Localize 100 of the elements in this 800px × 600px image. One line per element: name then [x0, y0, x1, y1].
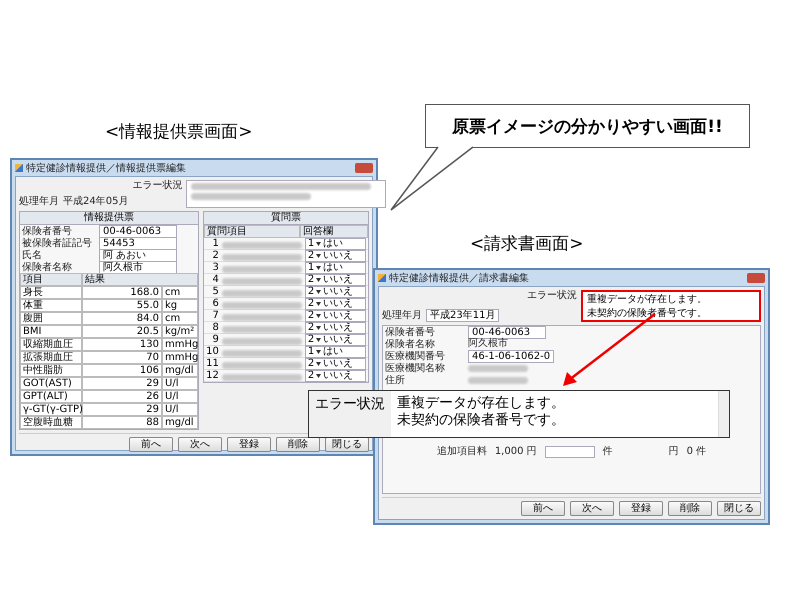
- table-cell: mg/dl: [162, 364, 198, 377]
- row-number: 9: [211, 334, 219, 345]
- table-cell: GOT(AST): [20, 377, 82, 390]
- window-button[interactable]: 閉じる: [717, 501, 761, 516]
- table-cell: 29: [82, 377, 162, 390]
- table-cell: BMI: [20, 325, 82, 338]
- table-cell: 件: [602, 446, 613, 458]
- answer-dropdown[interactable]: 2 いいえ: [304, 334, 366, 346]
- column-header: 項目: [20, 273, 82, 286]
- blurred-text: [468, 376, 528, 384]
- field-label: エラー状況: [132, 180, 182, 192]
- input-field[interactable]: 平成23年11月: [426, 309, 500, 322]
- answer-dropdown[interactable]: 1 はい: [304, 262, 366, 274]
- input-field[interactable]: 46-1-06-1062-0: [468, 350, 554, 362]
- input-field[interactable]: 54453: [99, 236, 177, 250]
- app-icon: [15, 164, 23, 172]
- window-button[interactable]: 登録: [619, 501, 663, 516]
- field-label: 保険者名称: [385, 338, 436, 350]
- close-button[interactable]: [747, 273, 765, 283]
- scrollbar[interactable]: [718, 391, 729, 437]
- input-field[interactable]: 00-46-0063: [99, 224, 177, 238]
- dropdown-arrow-icon: [316, 266, 322, 270]
- table-cell: 1,000 円: [494, 446, 537, 458]
- window-button[interactable]: 閉じる: [325, 437, 369, 452]
- dropdown-arrow-icon: [316, 338, 322, 342]
- window-button[interactable]: 削除: [276, 437, 320, 452]
- answer-dropdown[interactable]: 1 はい: [304, 238, 366, 250]
- dropdown-arrow-icon: [316, 374, 322, 378]
- dropdown-arrow-icon: [316, 362, 322, 366]
- window-button[interactable]: 削除: [668, 501, 712, 516]
- answer-dropdown[interactable]: 2 いいえ: [304, 250, 366, 262]
- dropdown-arrow-icon: [316, 242, 322, 246]
- table-cell: 106: [82, 364, 162, 377]
- row-number: 12: [206, 370, 219, 381]
- input-field[interactable]: 阿久根市: [99, 260, 177, 274]
- window-title: 特定健診情報提供／情報提供票編集: [26, 162, 187, 175]
- input-field[interactable]: 00-46-0063: [468, 326, 546, 338]
- table-cell: 腹囲: [20, 312, 82, 325]
- row-number: 2: [211, 250, 219, 261]
- window-title: 特定健診情報提供／請求書編集: [389, 272, 530, 285]
- dropdown-arrow-icon: [316, 350, 322, 354]
- table-cell: 84.0: [82, 312, 162, 325]
- answer-dropdown[interactable]: 2 いいえ: [304, 358, 366, 370]
- error-message: 重複データが存在します。 未契約の保険者番号です。: [396, 394, 566, 430]
- table-cell: 追加項目料: [436, 446, 487, 458]
- answer-dropdown[interactable]: 1 はい: [304, 346, 366, 358]
- table-cell: 168.0: [82, 286, 162, 299]
- field-label: 処理年月: [19, 196, 59, 208]
- table-cell: 身長: [20, 286, 82, 299]
- answer-dropdown[interactable]: 2 いいえ: [304, 274, 366, 286]
- table-cell: 円: [668, 446, 679, 458]
- panel-title: 質問票: [204, 212, 368, 225]
- row-number: 10: [206, 346, 219, 357]
- screen-caption: <情報提供票画面>: [105, 121, 252, 143]
- window-button[interactable]: 前へ: [521, 501, 565, 516]
- row-number: 11: [206, 358, 219, 369]
- table-cell: GPT(ALT): [20, 390, 82, 403]
- table-cell: cm: [162, 286, 198, 299]
- close-button[interactable]: [355, 163, 373, 173]
- field-label: 氏名: [22, 248, 42, 262]
- window-button[interactable]: 前へ: [129, 437, 173, 452]
- input-field[interactable]: 阿 あおい: [99, 248, 177, 262]
- field-label: 被保険者証記号: [22, 236, 93, 250]
- table-cell: 70: [82, 351, 162, 364]
- table-cell: 空腹時血糖: [20, 416, 82, 429]
- row-number: 8: [211, 322, 219, 333]
- app-icon: [378, 274, 386, 282]
- error-text-area[interactable]: [186, 180, 386, 208]
- row-number: 5: [211, 286, 219, 297]
- answer-dropdown[interactable]: 2 いいえ: [304, 370, 366, 382]
- field-label: 保険者番号: [385, 326, 436, 338]
- table-cell: 130: [82, 338, 162, 351]
- table-cell: 体重: [20, 299, 82, 312]
- panel-title: 情報提供票: [20, 212, 198, 225]
- answer-dropdown[interactable]: 2 いいえ: [304, 298, 366, 310]
- table-cell: U/l: [162, 377, 198, 390]
- field-label: 医療機関名称: [385, 362, 446, 374]
- column-header: 質問項目: [204, 225, 300, 238]
- column-header: 回答欄: [300, 225, 368, 238]
- table-cell: U/l: [162, 403, 198, 416]
- field-label: 保険者番号: [22, 224, 73, 238]
- answer-dropdown[interactable]: 2 いいえ: [304, 286, 366, 298]
- dropdown-arrow-icon: [316, 278, 322, 282]
- table-cell: 29: [82, 403, 162, 416]
- dropdown-arrow-icon: [316, 290, 322, 294]
- table-cell: 0 件: [686, 446, 706, 458]
- answer-dropdown[interactable]: 2 いいえ: [304, 310, 366, 322]
- window-button[interactable]: 次へ: [178, 437, 222, 452]
- table-cell: 55.0: [82, 299, 162, 312]
- window-button[interactable]: 登録: [227, 437, 271, 452]
- screen-caption: <請求書画面>: [470, 233, 584, 255]
- dropdown-arrow-icon: [316, 302, 322, 306]
- table-cell: kg: [162, 299, 198, 312]
- table-cell: 収縮期血圧: [20, 338, 82, 351]
- table-cell: 26: [82, 390, 162, 403]
- window-button[interactable]: 次へ: [570, 501, 614, 516]
- row-number: 7: [211, 310, 219, 321]
- answer-dropdown[interactable]: 2 いいえ: [304, 322, 366, 334]
- table-cell: U/l: [162, 390, 198, 403]
- count-field[interactable]: [544, 446, 595, 458]
